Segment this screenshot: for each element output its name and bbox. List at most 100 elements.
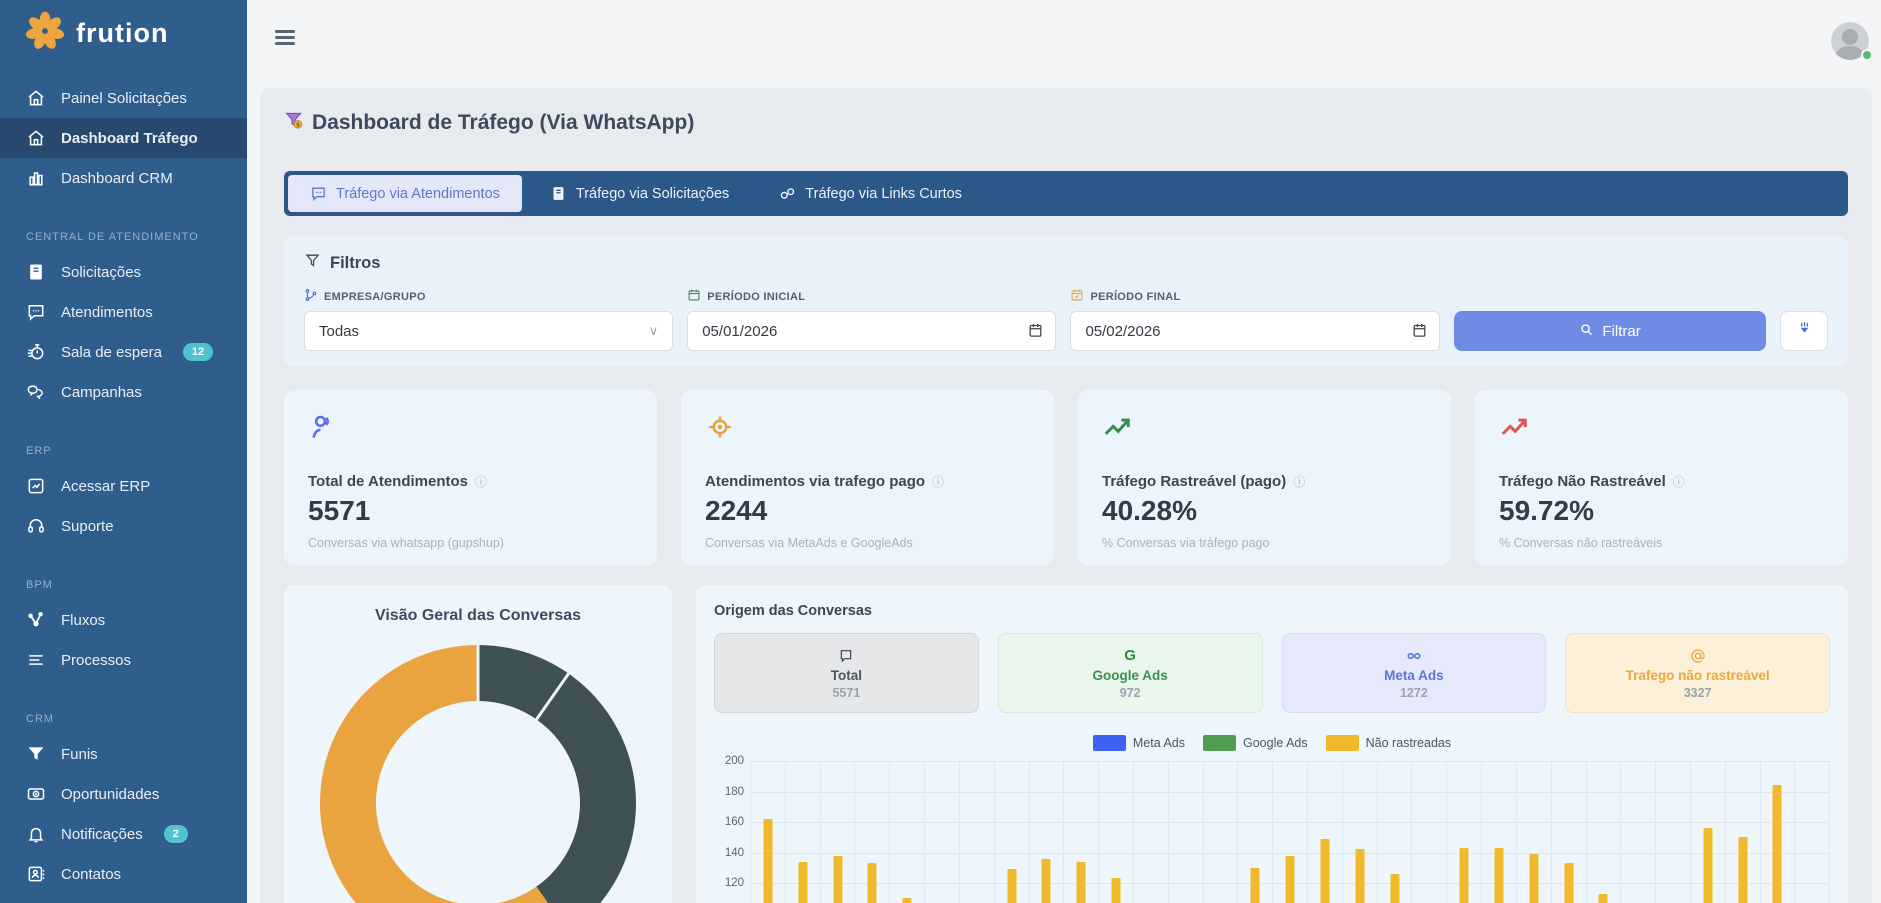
brand-logo[interactable]: frution xyxy=(0,0,247,64)
funnel-outline-icon xyxy=(304,252,321,274)
sidebar-item-suporte[interactable]: Suporte xyxy=(0,506,247,546)
sidebar-item-campanhas[interactable]: Campanhas xyxy=(0,372,247,412)
sidebar-item-label: Processos xyxy=(61,652,131,669)
funnel-icon xyxy=(26,744,46,764)
sidebar-item-oportunidades[interactable]: Oportunidades xyxy=(0,774,247,814)
bar xyxy=(1286,856,1295,903)
tab-trafego-via-solicitacoes[interactable]: Tráfego via Solicitações xyxy=(528,175,751,212)
brush-icon xyxy=(1796,320,1813,342)
origin-box-total[interactable]: Total 5571 xyxy=(714,633,979,713)
clear-filters-button[interactable] xyxy=(1780,311,1828,351)
info-icon[interactable]: ⓘ xyxy=(1293,476,1305,488)
origin-box-value: 3327 xyxy=(1684,686,1712,700)
sidebar-item-fluxos[interactable]: Fluxos xyxy=(0,600,247,640)
sidebar-item-contatos[interactable]: Contatos xyxy=(0,854,247,894)
periodo-final-input[interactable] xyxy=(1070,311,1439,351)
info-icon[interactable]: ⓘ xyxy=(1673,476,1685,488)
flow-icon xyxy=(26,610,46,630)
sidebar-item-dashboard-trafego[interactable]: Dashboard Tráfego xyxy=(0,118,247,158)
main-content: $ Dashboard de Tráfego (Via WhatsApp) Tr… xyxy=(260,88,1872,903)
stat-title: Tráfego Não Rastreável xyxy=(1499,473,1666,490)
filtrar-label: Filtrar xyxy=(1602,323,1640,340)
sidebar-item-sala-de-espera[interactable]: Sala de espera12 xyxy=(0,332,247,372)
bar xyxy=(1703,828,1712,903)
filters-title: Filtros xyxy=(330,254,380,273)
brand-name: frution xyxy=(76,18,168,49)
origin-box-meta-ads[interactable]: Meta Ads1272 xyxy=(1282,633,1547,713)
sidebar-item-notificacoes[interactable]: Notificações 2 xyxy=(0,814,247,854)
stat-value: 40.28% xyxy=(1102,495,1427,527)
bar xyxy=(763,819,772,903)
bar-slot xyxy=(1133,761,1168,903)
bar-chart-icon xyxy=(26,168,46,188)
sidebar-section-bpm: BPM xyxy=(0,570,247,600)
sidebar-section-central-de-atendimento: CENTRAL DE ATENDIMENTO xyxy=(0,222,247,252)
info-icon[interactable]: ⓘ xyxy=(475,476,487,488)
bar xyxy=(1738,837,1747,903)
empresa-grupo-select[interactable]: Todas ∨ xyxy=(304,311,673,351)
info-icon[interactable]: ⓘ xyxy=(932,476,944,488)
origin-box-google-ads[interactable]: GGoogle Ads972 xyxy=(998,633,1263,713)
home-icon xyxy=(26,128,46,148)
legend-swatch xyxy=(1203,735,1236,751)
periodo-inicial-field: PERÍODO INICIAL xyxy=(687,288,1056,351)
sidebar-item-dashboard-crm[interactable]: Dashboard CRM xyxy=(0,158,247,198)
calendar-picker-icon[interactable] xyxy=(1027,322,1044,339)
stat-subtitle: % Conversas via tráfego pago xyxy=(1102,536,1427,550)
sidebar-item-acessar-erp[interactable]: Acessar ERP xyxy=(0,466,247,506)
sidebar-item-atendimentos[interactable]: Atendimentos xyxy=(0,292,247,332)
count-badge: 2 xyxy=(164,825,188,843)
money-icon xyxy=(26,784,46,804)
tab-label: Tráfego via Links Curtos xyxy=(805,186,962,202)
origin-box-trafego-nao-rastreavel[interactable]: Trafego não rastreável 3327 xyxy=(1565,633,1830,713)
bar-slot xyxy=(785,761,820,903)
page-title-row: $ Dashboard de Tráfego (Via WhatsApp) xyxy=(284,110,1848,135)
sidebar-item-label: Funis xyxy=(61,746,98,763)
page-title: Dashboard de Tráfego (Via WhatsApp) xyxy=(312,111,694,135)
origin-box-label: Trafego não rastreável xyxy=(1626,668,1770,683)
periodo-final-label: PERÍODO FINAL xyxy=(1070,288,1439,305)
sidebar-item-painel-solicitacoes[interactable]: Painel Solicitações xyxy=(0,78,247,118)
sidebar-item-funis[interactable]: Funis xyxy=(0,734,247,774)
bar xyxy=(1773,785,1782,903)
legend-item-meta-ads[interactable]: Meta Ads xyxy=(1093,735,1185,751)
bar-slot xyxy=(1029,761,1064,903)
sidebar-item-label: Acessar ERP xyxy=(61,478,150,495)
empresa-grupo-field: EMPRESA/GRUPO Todas ∨ xyxy=(304,288,673,351)
tab-trafego-via-links-curtos[interactable]: Tráfego via Links Curtos xyxy=(757,175,984,212)
bar xyxy=(1460,848,1469,903)
sidebar-item-label: Campanhas xyxy=(61,384,142,401)
legend-item-google-ads[interactable]: Google Ads xyxy=(1203,735,1308,751)
stat-title: Tráfego Rastreável (pago) xyxy=(1102,473,1286,490)
origin-box-label: Total xyxy=(831,668,862,683)
bar xyxy=(1007,869,1016,903)
legend-swatch xyxy=(1326,735,1359,751)
bar-slot xyxy=(1411,761,1446,903)
sidebar-item-label: Sala de espera xyxy=(61,344,162,361)
sidebar-item-label: Notificações xyxy=(61,826,143,843)
bar-slot xyxy=(1586,761,1621,903)
sidebar-item-label: Suporte xyxy=(61,518,114,535)
calendar-picker-icon[interactable] xyxy=(1411,322,1428,339)
tab-trafego-via-atendimentos[interactable]: Tráfego via Atendimentos xyxy=(288,175,522,212)
origin-box-label: Meta Ads xyxy=(1384,668,1444,683)
sidebar-item-label: Contatos xyxy=(61,866,121,883)
bar xyxy=(868,863,877,903)
tab-label: Tráfego via Atendimentos xyxy=(336,186,500,202)
origin-box-value: 5571 xyxy=(832,686,860,700)
bar xyxy=(1112,878,1121,903)
chat-square-sm-icon xyxy=(838,647,854,665)
topbar xyxy=(247,0,1881,75)
bar xyxy=(1077,862,1086,903)
empresa-grupo-value: Todas xyxy=(319,323,359,340)
legend-item-nao-rastreadas[interactable]: Não rastreadas xyxy=(1326,735,1451,751)
sidebar-item-solicitacoes[interactable]: Solicitações xyxy=(0,252,247,292)
periodo-inicial-input[interactable] xyxy=(687,311,1056,351)
hamburger-menu-icon[interactable] xyxy=(275,30,295,45)
bar-slot xyxy=(1690,761,1725,903)
legend-swatch xyxy=(1093,735,1126,751)
filtrar-button[interactable]: Filtrar xyxy=(1454,311,1767,351)
journal-icon xyxy=(550,185,567,202)
stat-subtitle: % Conversas não rastreáveis xyxy=(1499,536,1824,550)
sidebar-item-processos[interactable]: Processos xyxy=(0,640,247,680)
